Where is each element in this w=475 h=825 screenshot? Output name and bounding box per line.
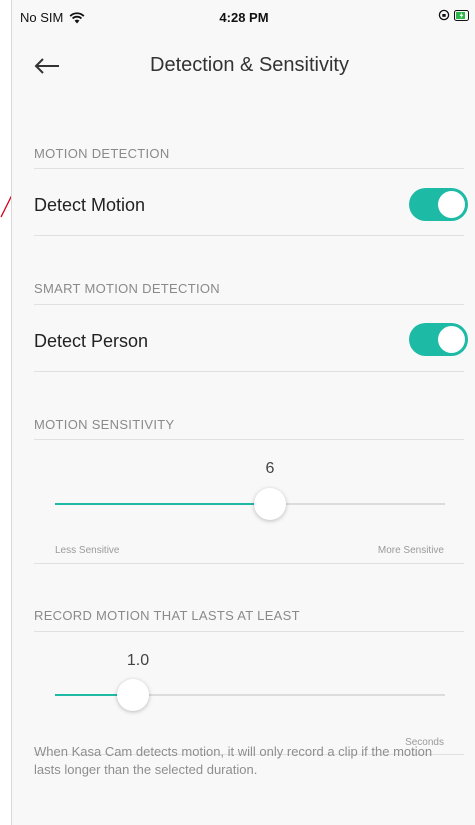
toggle-knob [438,326,465,353]
orientation-lock-icon [438,9,450,21]
detect-motion-label: Detect Motion [34,195,146,215]
detect-motion-toggle[interactable] [409,188,468,221]
detect-person-label: Detect Person [34,331,149,351]
divider [34,563,464,564]
divider [34,304,464,305]
divider [34,631,464,632]
sensitivity-value: 6 [265,460,275,477]
app-screen: No SIM 4:28 PM Detection & Sensitivity M… [11,0,475,825]
section-label-smart-motion-detection: SMART MOTION DETECTION [34,281,220,296]
duration-value: 1.0 [126,652,150,669]
divider [34,371,464,372]
detect-person-toggle[interactable] [409,323,468,356]
toggle-knob [438,191,465,218]
section-label-motion-sensitivity: MOTION SENSITIVITY [34,417,175,432]
section-label-motion-detection: MOTION DETECTION [34,146,170,161]
page-title: Detection & Sensitivity [150,54,349,76]
sensitivity-slider-fill [55,503,270,505]
battery-icon [454,9,469,21]
divider [34,235,464,236]
status-right [438,9,470,21]
duration-slider-thumb[interactable] [117,679,149,711]
more-sensitive-label: More Sensitive [377,545,444,556]
duration-footnote: When Kasa Cam detects motion, it will on… [34,744,433,777]
divider [34,168,464,169]
status-time: 4:28 PM [219,10,269,25]
sensitivity-slider-thumb[interactable] [253,488,286,520]
nav-header: Detection & Sensitivity [12,36,475,96]
section-label-record-motion: RECORD MOTION THAT LASTS AT LEAST [34,608,300,623]
divider [34,439,464,440]
less-sensitive-label: Less Sensitive [55,545,120,556]
duration-slider-track[interactable] [55,694,445,696]
status-bar: No SIM 4:28 PM [12,0,475,36]
sensitivity-slider-track[interactable] [55,503,445,505]
